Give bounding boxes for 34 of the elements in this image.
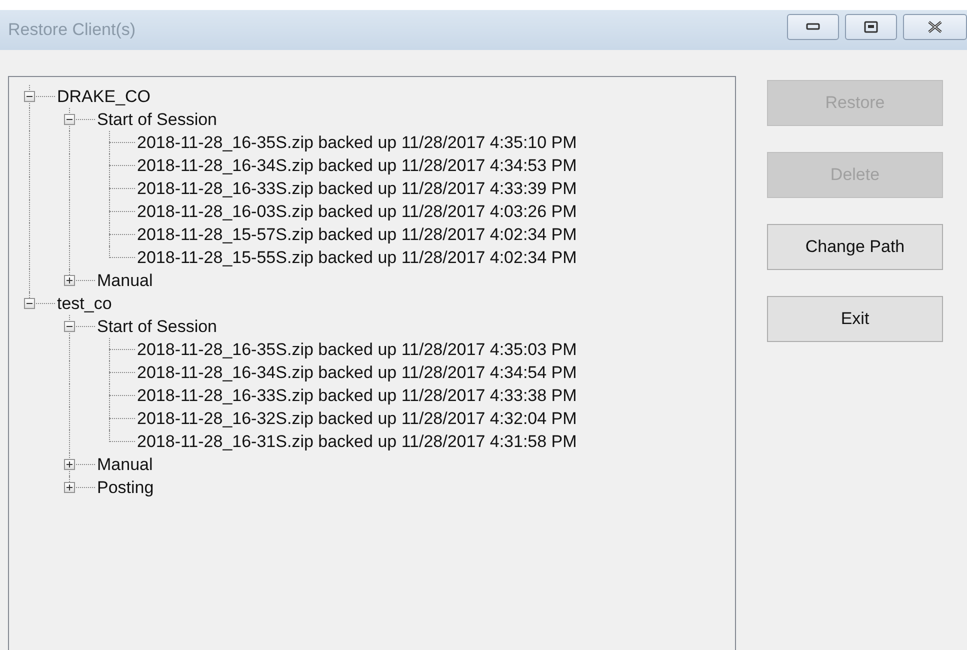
tree-item[interactable]: 2018-11-28_16-33S.zip backed up 11/28/2017 4:33:39 PM [137,178,577,198]
tree-item[interactable]: 2018-11-28_16-35S.zip backed up 11/28/2017 4:35:10 PM [137,132,577,152]
tree-item[interactable]: 2018-11-28_15-55S.zip backed up 11/28/2017 4:02:34 PM [137,248,577,268]
tree-item[interactable]: DRAKE_CO [57,86,151,106]
restore-window-icon [864,21,878,33]
tree-item[interactable]: Start of Session [97,110,218,130]
tree-item[interactable]: 2018-11-28_16-03S.zip backed up 11/28/2017 4:03:26 PM [137,202,577,222]
expand-icon[interactable] [64,482,75,493]
action-button[interactable]: Exit [767,296,943,342]
window-title: Restore Client(s) [8,20,136,40]
tree-item[interactable]: 2018-11-28_16-31S.zip backed up 11/28/2017 4:31:58 PM [137,432,577,452]
collapse-icon[interactable] [24,91,35,102]
close-button[interactable] [903,14,967,40]
restore-button[interactable] [845,14,897,40]
minimize-icon [806,23,820,31]
tree-item[interactable]: Posting [97,478,154,498]
tree-item[interactable]: 2018-11-28_16-34S.zip backed up 11/28/2017 4:34:53 PM [137,156,577,176]
tree-item[interactable]: 2018-11-28_16-32S.zip backed up 11/28/2017 4:32:04 PM [137,408,577,428]
collapse-icon[interactable] [64,321,75,332]
minimize-button[interactable] [787,14,839,40]
action-button[interactable]: Change Path [767,224,943,270]
collapse-icon[interactable] [64,114,75,125]
tree-item[interactable]: test_co [57,294,112,314]
collapse-icon[interactable] [24,298,35,309]
tree-item[interactable]: 2018-11-28_16-33S.zip backed up 11/28/2017 4:33:38 PM [137,386,577,406]
tree-item[interactable]: 2018-11-28_16-35S.zip backed up 11/28/2017 4:35:03 PM [137,340,577,360]
tree-item[interactable]: 2018-11-28_15-57S.zip backed up 11/28/2017 4:02:34 PM [137,224,577,244]
tree-item[interactable]: 2018-11-28_16-34S.zip backed up 11/28/2017 4:34:54 PM [137,362,577,382]
tree-item[interactable]: Manual [97,270,153,290]
expand-icon[interactable] [64,459,75,470]
close-icon [927,21,943,33]
expand-icon[interactable] [64,275,75,286]
tree-item[interactable]: Start of Session [97,316,218,336]
tree-item[interactable]: Manual [97,454,153,474]
